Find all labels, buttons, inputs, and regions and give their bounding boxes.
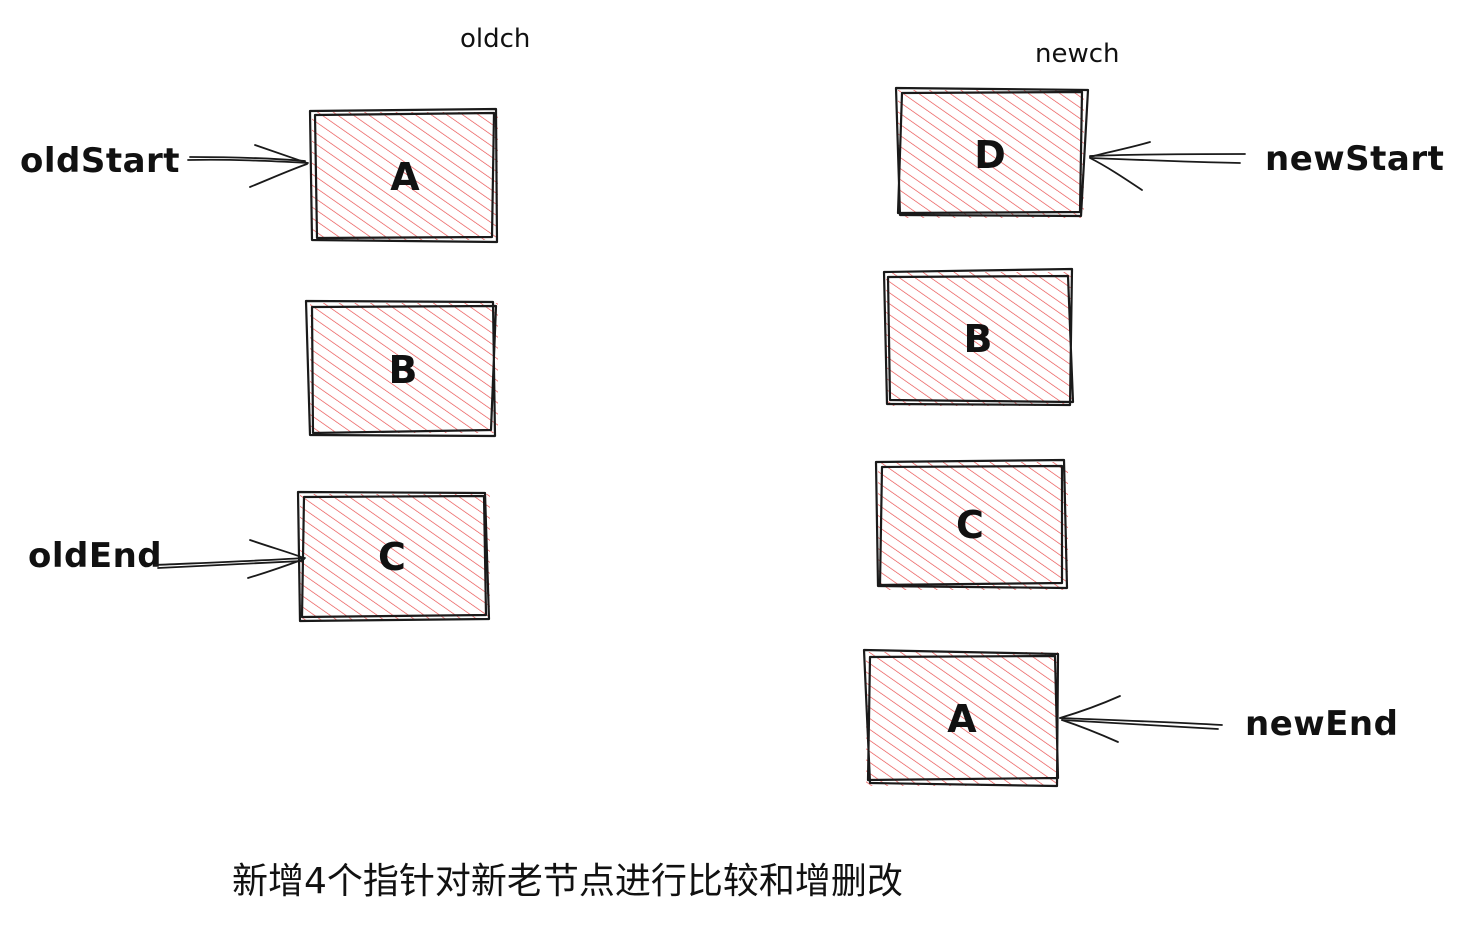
- new-node: A: [862, 648, 1060, 788]
- diagram-caption: 新增4个指针对新老节点进行比较和增删改: [232, 861, 903, 902]
- new-node: D: [894, 86, 1090, 218]
- new-start-pointer: newStart: [1089, 139, 1444, 191]
- new-node-label: A: [947, 697, 977, 741]
- old-start-label: oldStart: [20, 141, 180, 181]
- new-node: C: [874, 458, 1069, 590]
- old-node: A: [308, 107, 499, 244]
- new-end-label: newEnd: [1245, 704, 1398, 744]
- old-node: C: [296, 490, 491, 623]
- old-node-label: A: [390, 155, 420, 199]
- new-start-label: newStart: [1265, 139, 1444, 179]
- old-node-label: C: [378, 535, 406, 579]
- new-node: B: [882, 267, 1075, 407]
- old-node-label: B: [389, 348, 418, 392]
- new-list-title: newch: [1035, 39, 1120, 69]
- old-end-label: oldEnd: [28, 536, 162, 576]
- vdom-diff-diagram: oldch newch A B C oldStart oldEnd D B C …: [20, 24, 1444, 788]
- new-node-label: D: [974, 133, 1006, 177]
- new-node-label: B: [964, 317, 993, 361]
- new-end-pointer: newEnd: [1059, 695, 1398, 744]
- old-end-pointer: oldEnd: [28, 536, 306, 579]
- old-node: B: [304, 299, 498, 438]
- old-list-title: oldch: [460, 24, 530, 54]
- new-node-label: C: [956, 503, 984, 547]
- old-start-pointer: oldStart: [20, 141, 309, 188]
